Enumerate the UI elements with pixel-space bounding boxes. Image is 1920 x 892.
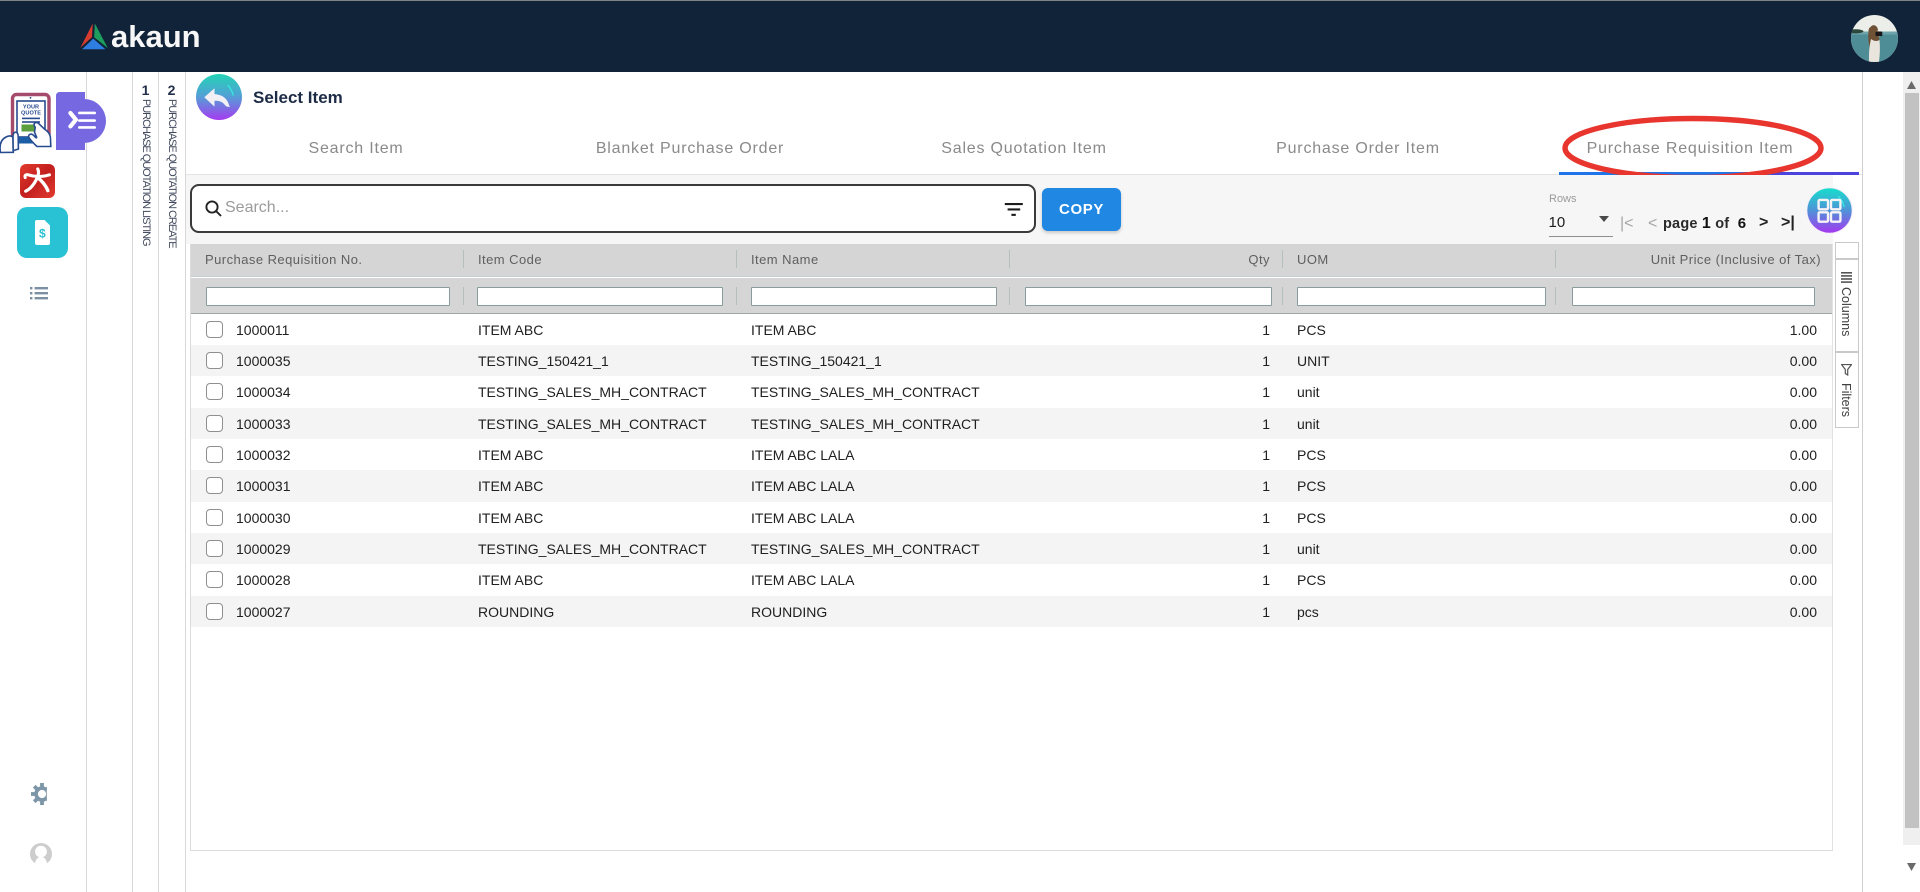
svg-text:QUOTE: QUOTE <box>21 111 41 117</box>
svg-text:$: $ <box>39 227 46 241</box>
